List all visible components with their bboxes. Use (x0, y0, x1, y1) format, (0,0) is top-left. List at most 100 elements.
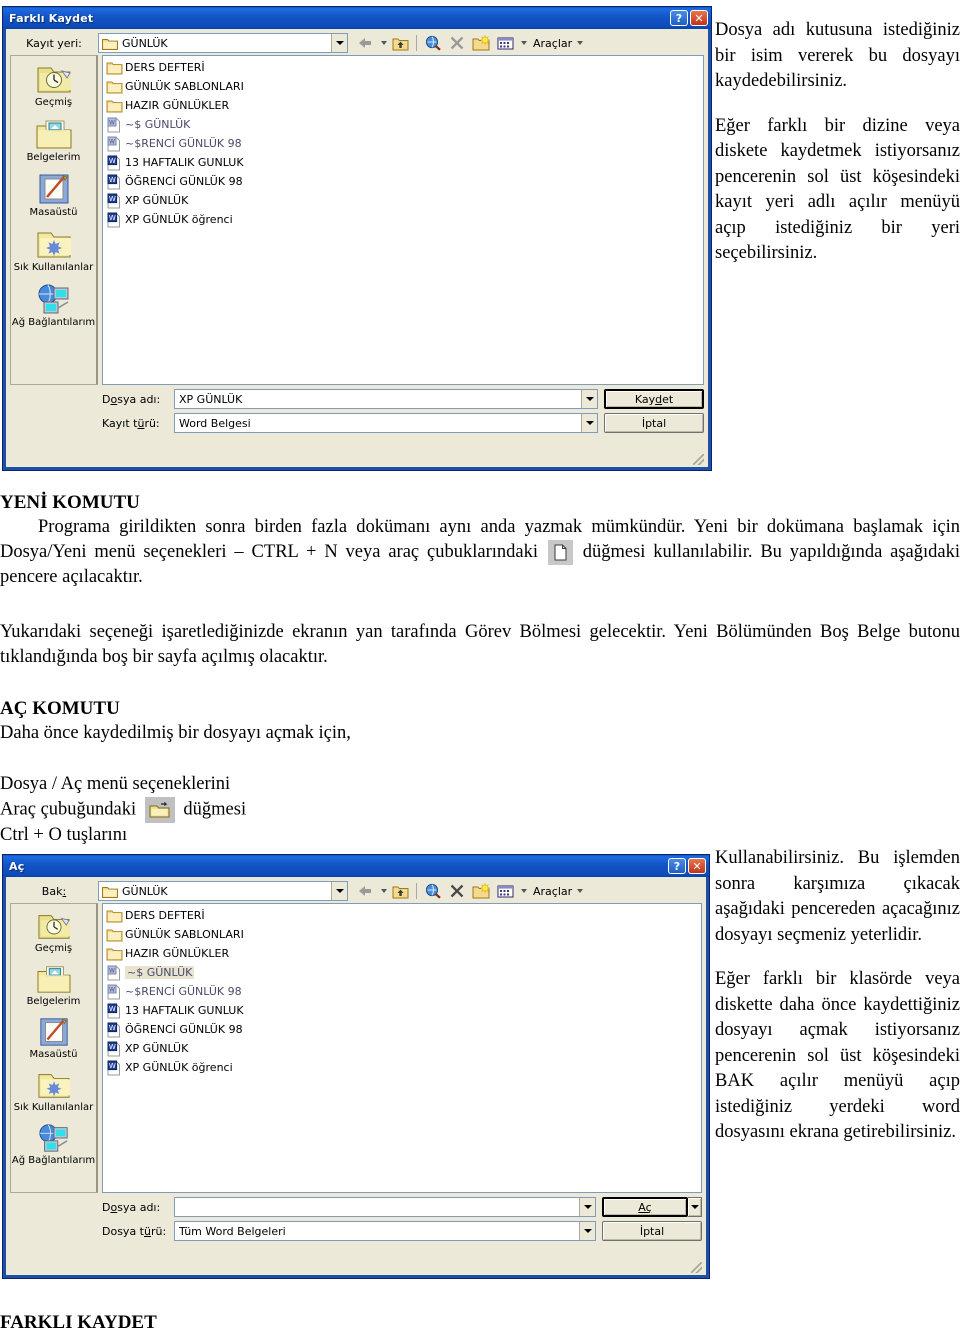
open-button[interactable]: Aç (602, 1197, 688, 1217)
views-icon[interactable] (494, 33, 516, 53)
folder-icon (106, 929, 123, 941)
file-list-item-selected[interactable]: W ~$ GÜNLÜK (105, 963, 701, 982)
filetype-dropdown[interactable] (581, 414, 597, 432)
open-button-group[interactable]: Aç (602, 1197, 702, 1217)
file-list-item[interactable]: DERS DEFTERİ (105, 58, 703, 77)
save-button[interactable]: Kay d et (604, 389, 704, 409)
views-chevron-down-icon[interactable] (521, 41, 527, 45)
place-belgelerim[interactable]: Belgelerim (11, 963, 96, 1007)
place-sik-kullanilanlar[interactable]: Sık Kullanılanlar (11, 1069, 96, 1113)
place-masaustu[interactable]: Masaüstü (11, 1016, 96, 1060)
place-ag-baglantilarim[interactable]: Ağ Bağlantılarım (11, 282, 96, 328)
file-list-item[interactable]: GÜNLÜK SABLONLARI (105, 77, 703, 96)
place-gecmis[interactable]: Geçmiş (11, 62, 96, 108)
file-list-item[interactable]: W XP GÜNLÜK öğrenci (105, 1058, 701, 1077)
file-list-item[interactable]: W 13 HAFTALIK GUNLUK (105, 1001, 701, 1020)
filetype-dropdown[interactable] (579, 1222, 595, 1240)
tools-menu-label[interactable]: Araçlar (529, 37, 572, 50)
delete-icon[interactable] (446, 33, 468, 53)
new-folder-icon[interactable] (470, 33, 492, 53)
delete-icon[interactable] (446, 881, 468, 901)
file-list-item[interactable]: HAZIR GÜNLÜKLER (105, 944, 701, 963)
search-web-icon[interactable] (422, 881, 444, 901)
place-sik-kullanilanlar[interactable]: Sık Kullanılanlar (11, 227, 96, 273)
new-document-icon[interactable] (547, 540, 573, 566)
tools-menu-label[interactable]: Araçlar (529, 885, 572, 898)
file-list-item[interactable]: W XP GÜNLÜK öğrenci (105, 210, 703, 229)
cancel-button[interactable]: İptal (602, 1221, 702, 1241)
new-command-section: YENİ KOMUTU Programa girildikten sonra b… (0, 490, 960, 590)
place-ag-baglantilarim[interactable]: Ağ Bağlantılarım (11, 1122, 96, 1166)
open-file-list[interactable]: DERS DEFTERİ GÜNLÜK SABLONLARI HAZIR GÜN… (102, 903, 702, 1193)
place-label: Belgelerim (26, 996, 81, 1007)
save-as-titlebar[interactable]: Farklı Kaydet ? ✕ (3, 7, 711, 29)
resize-grip[interactable] (691, 1262, 702, 1273)
save-as-file-list[interactable]: DERS DEFTERİ GÜNLÜK SABLONLARI HAZIR GÜN… (102, 55, 704, 385)
file-name: ÖĞRENCİ GÜNLÜK 98 (125, 175, 243, 188)
look-in-dropdown[interactable] (331, 882, 347, 900)
file-list-item[interactable]: W ÖĞRENCİ GÜNLÜK 98 (105, 172, 703, 191)
filename-combo[interactable] (174, 1197, 596, 1217)
file-list-item[interactable]: W ÖĞRENCİ GÜNLÜK 98 (105, 1020, 701, 1039)
open-command-section: AÇ KOMUTU Daha önce kaydedilmiş bir dosy… (0, 696, 960, 746)
filename-value[interactable]: XP GÜNLÜK (175, 393, 581, 406)
help-button[interactable]: ? (668, 858, 686, 874)
open-button-chevron-down-icon[interactable] (688, 1197, 702, 1217)
save-in-dropdown[interactable] (331, 34, 347, 52)
back-history-chevron-down-icon[interactable] (381, 889, 387, 893)
tools-chevron-down-icon[interactable] (577, 889, 584, 893)
file-name: HAZIR GÜNLÜKLER (125, 947, 230, 960)
help-button[interactable]: ? (670, 10, 688, 26)
word-file-icon: W (107, 212, 120, 227)
file-list-item[interactable]: W XP GÜNLÜK (105, 191, 703, 210)
close-button[interactable]: ✕ (688, 858, 706, 874)
new-command-paragraph: Programa girildikten sonra birden fazla … (0, 515, 960, 590)
file-name: ~$RENCİ GÜNLÜK 98 (125, 985, 242, 998)
file-name: ~$RENCİ GÜNLÜK 98 (125, 137, 242, 150)
cancel-button[interactable]: İptal (604, 413, 704, 433)
views-icon[interactable] (494, 881, 516, 901)
file-list-item[interactable]: W 13 HAFTALIK GUNLUK (105, 153, 703, 172)
svg-text:W: W (109, 1043, 116, 1051)
back-history-chevron-down-icon[interactable] (381, 41, 387, 45)
my-documents-icon (36, 120, 71, 149)
place-masaustu[interactable]: Masaüstü (11, 172, 96, 218)
look-in-combo[interactable]: GÜNLÜK (98, 881, 348, 901)
file-list-item[interactable]: W ~$ GÜNLÜK (105, 115, 703, 134)
save-as-places-bar: Geçmiş Belgelerim Masaüstü Sık Kullanıla… (10, 55, 98, 385)
file-list-item[interactable]: W ~$RENCİ GÜNLÜK 98 (105, 982, 701, 1001)
close-button[interactable]: ✕ (690, 10, 708, 26)
folder-icon (106, 100, 123, 112)
filename-combo[interactable]: XP GÜNLÜK (174, 389, 598, 409)
file-list-item[interactable]: GÜNLÜK SABLONLARI (105, 925, 701, 944)
filetype-combo[interactable]: Tüm Word Belgeleri (174, 1221, 596, 1241)
open-dialog: Aç ? ✕ Bak: GÜNLÜK Araçlar Geçmiş Belgel… (2, 854, 710, 1279)
tools-chevron-down-icon[interactable] (577, 41, 584, 45)
file-name: HAZIR GÜNLÜKLER (125, 99, 230, 112)
filename-dropdown[interactable] (581, 390, 597, 408)
save-in-label: Kayıt yeri: (26, 36, 82, 50)
up-one-level-icon[interactable] (389, 881, 411, 901)
filetype-row: Kayıt türü: Word Belgesi İptal (102, 413, 704, 433)
open-folder-icon[interactable] (144, 797, 175, 823)
place-belgelerim[interactable]: Belgelerim (11, 117, 96, 163)
back-arrow-icon[interactable] (354, 33, 376, 53)
save-in-combo[interactable]: GÜNLÜK (98, 33, 348, 53)
open-titlebar[interactable]: Aç ? ✕ (3, 855, 709, 877)
file-list-item[interactable]: W ~$RENCİ GÜNLÜK 98 (105, 134, 703, 153)
filename-dropdown[interactable] (579, 1198, 595, 1216)
history-folder-icon (37, 67, 71, 93)
up-one-level-icon[interactable] (389, 33, 411, 53)
filetype-combo[interactable]: Word Belgesi (174, 413, 598, 433)
search-web-icon[interactable] (422, 33, 444, 53)
resize-grip[interactable] (693, 454, 704, 465)
file-list-item[interactable]: DERS DEFTERİ (105, 906, 701, 925)
file-list-item[interactable]: W XP GÜNLÜK (105, 1039, 701, 1058)
back-arrow-icon[interactable] (354, 881, 376, 901)
file-list-item[interactable]: HAZIR GÜNLÜKLER (105, 96, 703, 115)
open-title: Aç (9, 859, 25, 873)
new-folder-icon[interactable] (470, 881, 492, 901)
views-chevron-down-icon[interactable] (521, 889, 527, 893)
place-label: Sık Kullanılanlar (13, 262, 94, 273)
place-gecmis[interactable]: Geçmiş (11, 910, 96, 954)
